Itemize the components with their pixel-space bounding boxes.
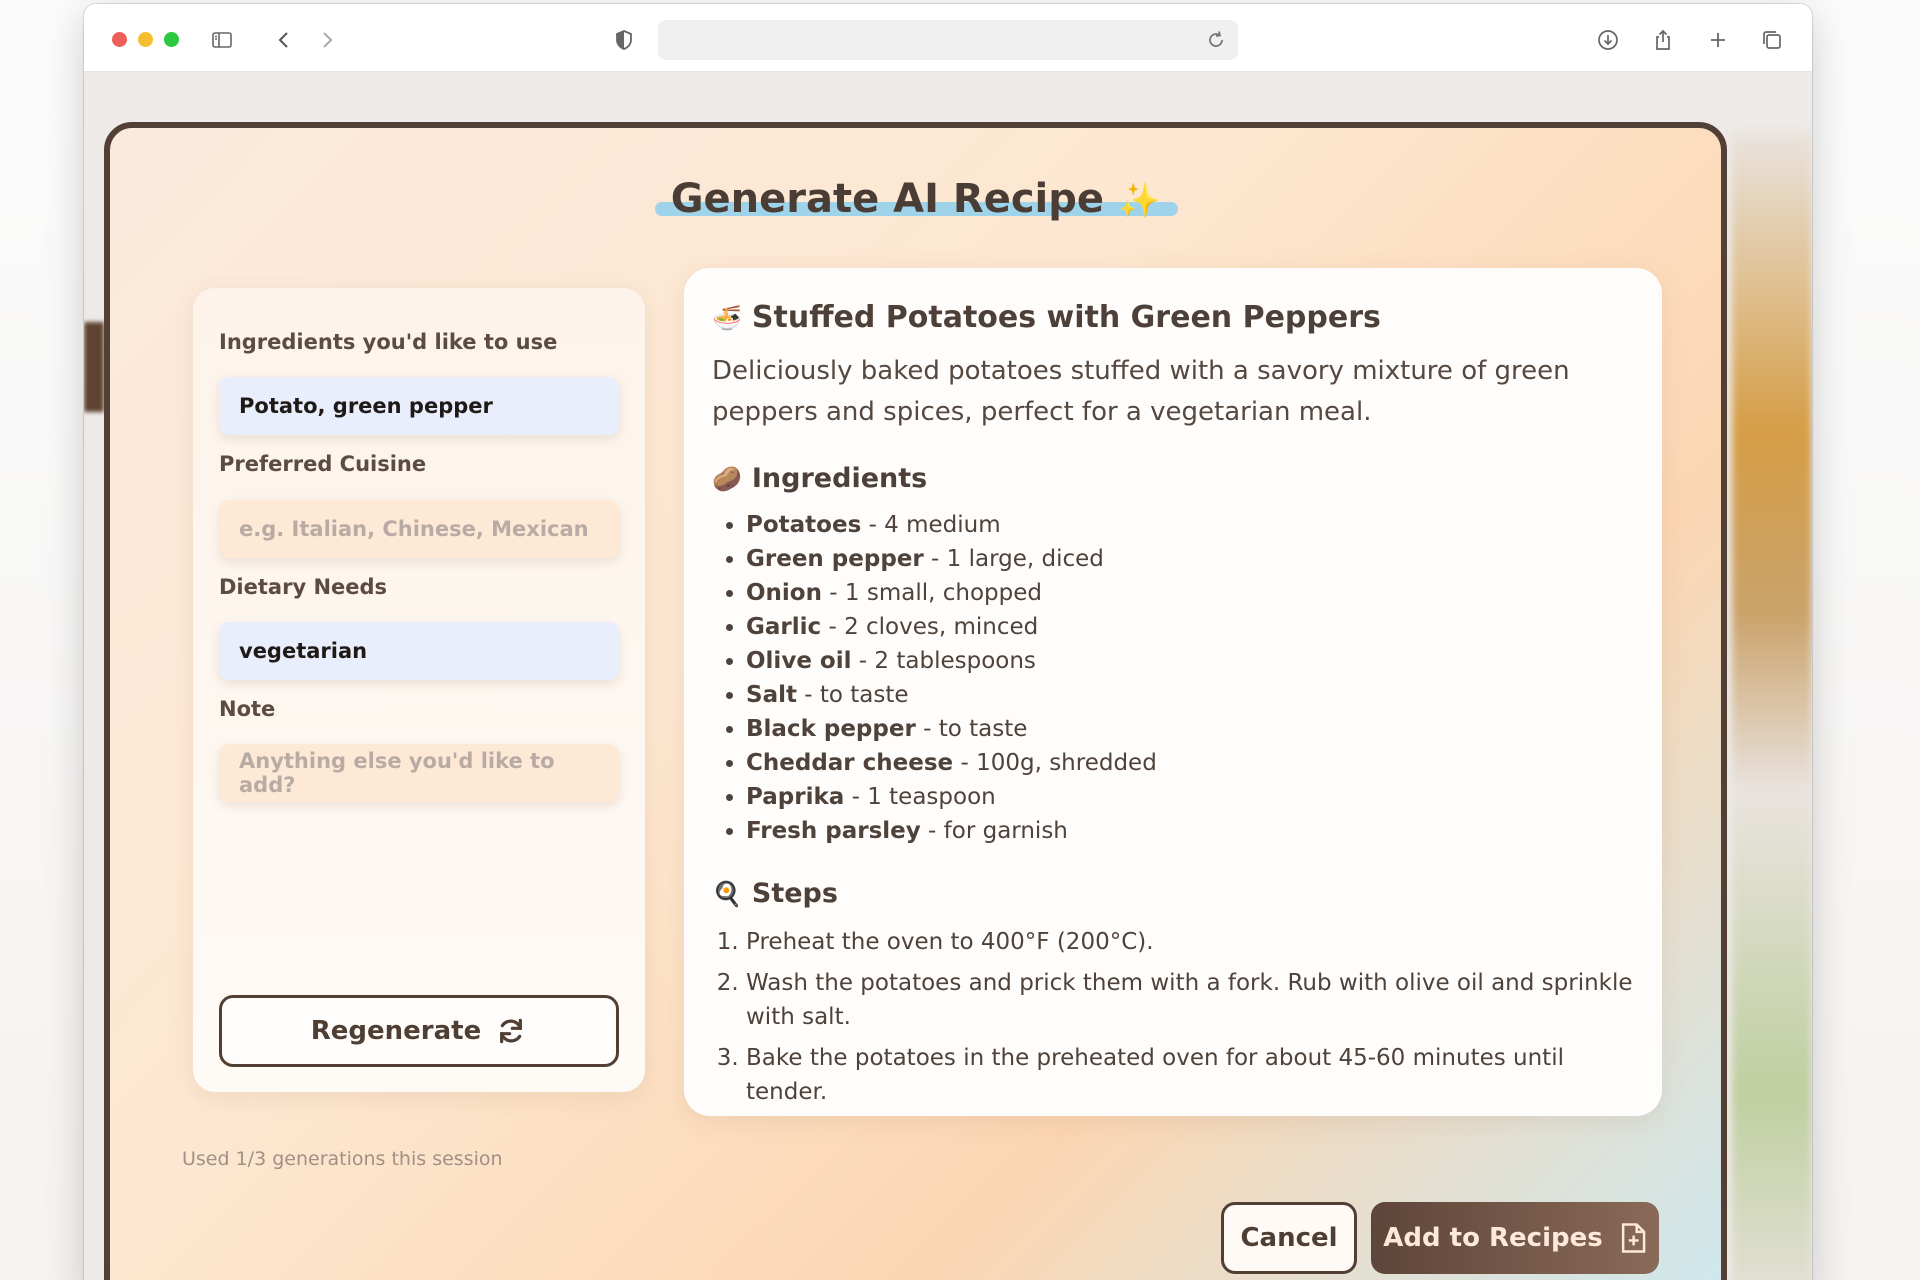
generate-recipe-modal: Generate AI Recipe ✨ Ingredients you'd l… xyxy=(104,122,1727,1280)
page-content: Generate AI Recipe ✨ Ingredients you'd l… xyxy=(84,72,1812,1280)
zoom-window-button[interactable] xyxy=(164,32,179,47)
ingredient-item: Fresh parsley - for garnish xyxy=(746,814,1634,848)
step-item: Wash the potatoes and prick them with a … xyxy=(746,966,1634,1034)
recipe-form-card: Ingredients you'd like to use Potato, gr… xyxy=(193,288,645,1092)
add-to-recipes-button[interactable]: Add to Recipes xyxy=(1371,1202,1659,1274)
ingredients-heading: 🥔 Ingredients xyxy=(712,463,1634,494)
note-input[interactable]: Anything else you'd like to add? xyxy=(219,744,619,802)
ingredients-label: Ingredients you'd like to use xyxy=(219,330,558,354)
browser-toolbar xyxy=(84,4,1812,72)
address-bar[interactable] xyxy=(658,20,1238,60)
steps-heading: 🍳 Steps xyxy=(712,878,1634,909)
download-icon[interactable] xyxy=(1592,24,1624,56)
ingredient-item: Onion - 1 small, chopped xyxy=(746,576,1634,610)
sparkle-icon: ✨ xyxy=(1117,181,1161,221)
back-icon[interactable] xyxy=(268,24,300,56)
frying-pan-icon: 🍳 xyxy=(712,879,742,908)
minimize-window-button[interactable] xyxy=(138,32,153,47)
step-item: Bake the potatoes in the preheated oven … xyxy=(746,1041,1634,1109)
browser-window: Generate AI Recipe ✨ Ingredients you'd l… xyxy=(84,4,1812,1280)
ingredient-item: Salt - to taste xyxy=(746,678,1634,712)
regenerate-label: Regenerate xyxy=(310,1016,482,1046)
cuisine-input[interactable]: e.g. Italian, Chinese, Mexican xyxy=(219,500,619,558)
modal-title: Generate AI Recipe ✨ xyxy=(654,176,1179,222)
cuisine-label: Preferred Cuisine xyxy=(219,452,427,476)
ingredient-item: Black pepper - to taste xyxy=(746,712,1634,746)
ingredient-item: Cheddar cheese - 100g, shredded xyxy=(746,746,1634,780)
share-icon[interactable] xyxy=(1647,24,1679,56)
usage-counter: Used 1/3 generations this session xyxy=(182,1148,503,1170)
refresh-icon xyxy=(500,1018,523,1044)
ingredient-item: Potatoes - 4 medium xyxy=(746,508,1634,542)
ingredients-heading-text: Ingredients xyxy=(751,463,928,494)
note-label: Note xyxy=(219,697,276,721)
ingredient-item: Green pepper - 1 large, diced xyxy=(746,542,1634,576)
step-item: Preheat the oven to 400°F (200°C). xyxy=(746,925,1634,959)
noodle-bowl-icon: 🍜 xyxy=(712,303,742,332)
sidebar-icon[interactable] xyxy=(206,24,238,56)
close-window-button[interactable] xyxy=(112,32,127,47)
ingredient-item: Olive oil - 2 tablespoons xyxy=(746,644,1634,678)
dietary-input[interactable]: vegetarian xyxy=(219,622,619,680)
reload-icon[interactable] xyxy=(1204,28,1228,52)
tabs-overview-icon[interactable] xyxy=(1756,24,1788,56)
ingredients-input[interactable]: Potato, green pepper xyxy=(219,377,619,435)
shield-icon[interactable] xyxy=(608,24,640,56)
add-to-recipes-label: Add to Recipes xyxy=(1383,1223,1603,1253)
cancel-button[interactable]: Cancel xyxy=(1221,1202,1357,1274)
regenerate-button[interactable]: Regenerate xyxy=(219,995,619,1067)
background-recipe-images xyxy=(1732,132,1812,1280)
background-edge xyxy=(84,322,104,412)
recipe-title: 🍜 Stuffed Potatoes with Green Peppers xyxy=(712,300,1634,335)
steps-list: Preheat the oven to 400°F (200°C). Wash … xyxy=(746,925,1634,1109)
recipe-preview-card[interactable]: 🍜 Stuffed Potatoes with Green Peppers De… xyxy=(684,268,1662,1116)
new-tab-icon[interactable] xyxy=(1702,24,1734,56)
ingredients-list: Potatoes - 4 medium Green pepper - 1 lar… xyxy=(746,508,1634,848)
add-document-icon xyxy=(1621,1223,1646,1253)
ingredient-item: Garlic - 2 cloves, minced xyxy=(746,610,1634,644)
dietary-label: Dietary Needs xyxy=(219,575,388,599)
recipe-title-text: Stuffed Potatoes with Green Peppers xyxy=(751,300,1381,335)
steps-heading-text: Steps xyxy=(751,878,838,909)
potato-icon: 🥔 xyxy=(712,464,742,493)
ingredient-item: Paprika - 1 teaspoon xyxy=(746,780,1634,814)
recipe-description: Deliciously baked potatoes stuffed with … xyxy=(712,356,1570,427)
forward-icon[interactable] xyxy=(311,24,343,56)
modal-title-text: Generate AI Recipe xyxy=(670,176,1105,222)
